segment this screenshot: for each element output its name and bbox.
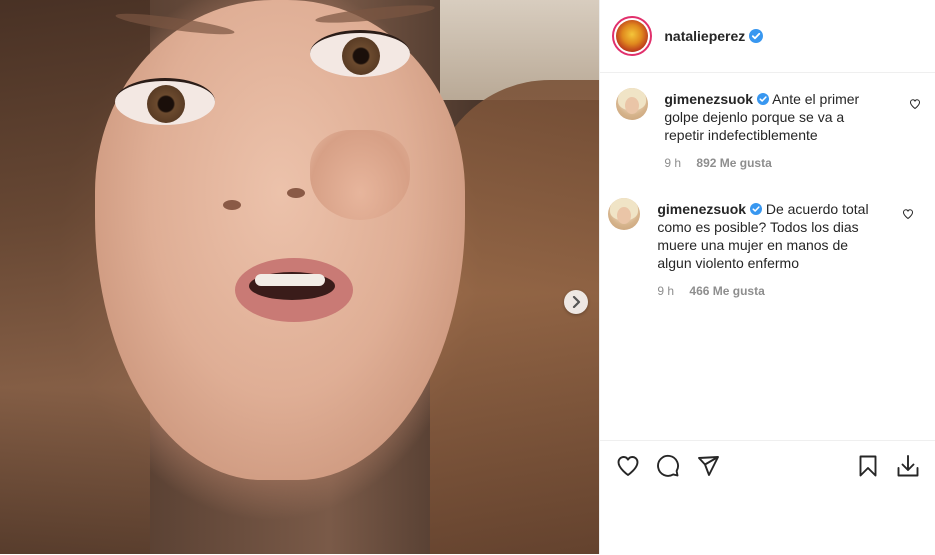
comment-text-line: De acuerdo total — [765, 201, 869, 217]
post-header: natalieperez — [600, 0, 935, 73]
face — [95, 0, 465, 480]
commenter-avatar[interactable] — [608, 198, 641, 230]
comment-meta: 9 h 466 Me gusta — [657, 284, 764, 298]
comment-meta: 9 h 892 Me gusta — [664, 156, 771, 170]
next-media-button[interactable] — [564, 290, 588, 314]
nose — [310, 130, 410, 220]
eye-left — [115, 78, 215, 125]
author-username[interactable]: natalieperez — [664, 28, 745, 44]
author-avatar[interactable] — [612, 16, 653, 56]
share-icon[interactable] — [696, 454, 720, 478]
comment-time[interactable]: 9 h — [657, 284, 674, 298]
like-comment-heart-icon[interactable] — [902, 208, 914, 220]
verified-badge-icon — [756, 93, 769, 105]
mouth — [235, 258, 353, 322]
post-viewer: natalieperez gimenezsuok Ante el primer — [0, 0, 935, 554]
comment-text-line: Ante el primer — [772, 91, 860, 107]
comment-text-line: como es posible? Todos los dias — [657, 219, 859, 235]
bookmark-icon[interactable] — [856, 454, 880, 478]
comment-text-line: golpe dejenlo porque se va a — [664, 109, 845, 125]
side-panel: natalieperez gimenezsuok Ante el primer — [599, 0, 935, 554]
comments-list: gimenezsuok Ante el primer golpe dejenlo… — [600, 74, 935, 440]
nostril-right — [287, 188, 305, 198]
comment-text-line: repetir indefectiblemente — [664, 127, 818, 143]
comment-likes[interactable]: 892 Me gusta — [696, 156, 771, 170]
verified-badge-icon — [749, 203, 762, 215]
like-comment-heart-icon[interactable] — [909, 98, 921, 110]
download-icon[interactable] — [896, 454, 920, 478]
eye-right — [310, 30, 410, 77]
commenter-avatar[interactable] — [616, 88, 649, 120]
eyebrow-right — [314, 1, 436, 27]
nostril-left — [223, 200, 241, 210]
post-video[interactable] — [0, 0, 600, 554]
heart-icon[interactable] — [616, 454, 640, 478]
verified-badge-icon — [749, 29, 764, 43]
comment-icon[interactable] — [656, 454, 680, 478]
comment-text-line: muere una mujer en manos de — [657, 237, 849, 253]
comment-username[interactable]: gimenezsuok — [664, 91, 753, 107]
comment-likes[interactable]: 466 Me gusta — [689, 284, 764, 298]
comment-time[interactable]: 9 h — [664, 156, 681, 170]
chevron-right-icon — [572, 296, 581, 308]
comment-text-line: algun violento enfermo — [657, 255, 800, 271]
comment-body: gimenezsuok De acuerdo total como es pos… — [657, 200, 917, 272]
action-bar — [600, 440, 935, 555]
comment-username[interactable]: gimenezsuok — [657, 201, 746, 217]
comment-body: gimenezsuok Ante el primer golpe dejenlo… — [664, 90, 914, 144]
